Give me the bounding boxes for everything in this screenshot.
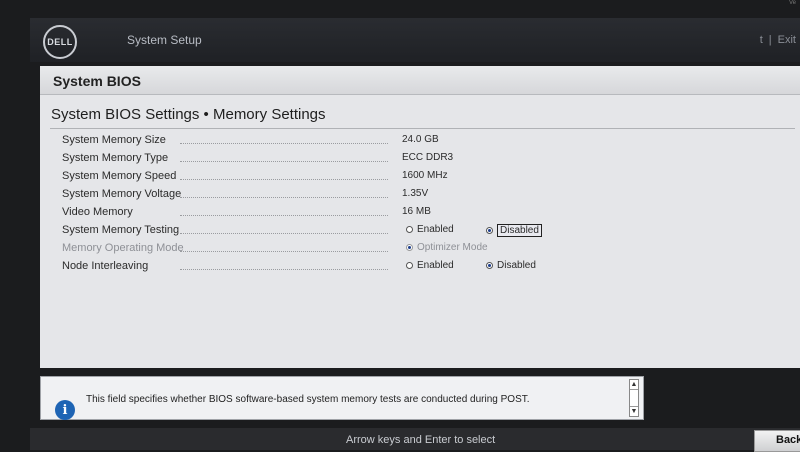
setting-row-memory-voltage: System Memory Voltage 1.35V	[40, 185, 800, 203]
settings-list: System Memory Size 24.0 GB System Memory…	[40, 131, 800, 275]
radio-unchecked-icon	[406, 262, 413, 269]
setting-row-memory-speed: System Memory Speed 1600 MHz	[40, 167, 800, 185]
radio-label: Disabled	[497, 260, 536, 271]
help-text: This field specifies whether BIOS softwa…	[86, 394, 530, 405]
radio-label: Disabled	[497, 224, 542, 237]
header-links: t | Exit	[754, 34, 796, 46]
footer-hint: Arrow keys and Enter to select	[346, 434, 496, 446]
dell-logo: DELL	[43, 25, 77, 59]
scroll-down-icon[interactable]: ▼	[630, 406, 638, 416]
memory-testing-disabled-radio[interactable]: Disabled	[486, 224, 542, 237]
setting-value: ECC DDR3	[402, 152, 454, 163]
link-separator: |	[768, 34, 772, 46]
setting-value: 1600 MHz	[402, 170, 448, 181]
dotted-leader	[180, 161, 388, 162]
section-divider	[50, 128, 795, 129]
info-icon: i	[55, 400, 75, 420]
node-interleaving-disabled-radio[interactable]: Disabled	[486, 260, 536, 271]
dotted-leader	[180, 143, 388, 144]
setting-label: System Memory Type	[62, 152, 169, 164]
optimizer-mode-radio: Optimizer Mode	[406, 242, 488, 253]
help-scrollbar[interactable]: ▲ ▼	[629, 379, 639, 417]
scroll-up-icon[interactable]: ▲	[630, 380, 638, 390]
setting-value: 16 MB	[402, 206, 431, 217]
help-panel: i This field specifies whether BIOS soft…	[40, 376, 644, 420]
radio-label: Enabled	[417, 224, 454, 235]
main-panel: System BIOS System BIOS Settings • Memor…	[40, 66, 800, 368]
dotted-leader	[180, 179, 388, 180]
setting-label: System Memory Voltage	[62, 188, 182, 200]
radio-label: Enabled	[417, 260, 454, 271]
dotted-leader	[180, 269, 388, 270]
setting-value: 24.0 GB	[402, 134, 439, 145]
radio-checked-icon	[486, 227, 493, 234]
setting-row-memory-type: System Memory Type ECC DDR3	[40, 149, 800, 167]
setting-label: System Memory Size	[62, 134, 166, 146]
setting-row-node-interleaving: Node Interleaving Enabled Disabled	[40, 257, 800, 275]
radio-checked-icon	[486, 262, 493, 269]
dotted-leader	[180, 215, 388, 216]
setting-label: Video Memory	[62, 206, 133, 218]
dotted-leader	[180, 233, 388, 234]
setting-label: System Memory Testing	[62, 224, 180, 236]
help-link[interactable]: t	[760, 34, 763, 46]
dotted-leader	[180, 197, 388, 198]
setting-row-memory-size: System Memory Size 24.0 GB	[40, 131, 800, 149]
setting-label: Memory Operating Mode	[62, 242, 184, 254]
app-title: System Setup	[127, 33, 202, 47]
radio-unchecked-icon	[406, 226, 413, 233]
setting-row-memory-testing: System Memory Testing Enabled Disabled	[40, 221, 800, 239]
back-button[interactable]: Back	[754, 430, 800, 452]
section-title: System BIOS Settings • Memory Settings	[51, 106, 326, 123]
page-title: System BIOS	[53, 73, 141, 89]
panel-header: System BIOS	[40, 66, 800, 95]
setting-row-memory-operating-mode: Memory Operating Mode Optimizer Mode	[40, 239, 800, 257]
dotted-leader	[180, 251, 388, 252]
radio-checked-icon	[406, 244, 413, 251]
title-bar: DELL System Setup t | Exit	[30, 18, 800, 62]
memory-testing-enabled-radio[interactable]: Enabled	[406, 224, 454, 235]
radio-label: Optimizer Mode	[417, 242, 488, 253]
exit-link[interactable]: Exit	[778, 34, 796, 46]
node-interleaving-enabled-radio[interactable]: Enabled	[406, 260, 454, 271]
setting-label: Node Interleaving	[62, 260, 149, 272]
setting-label: System Memory Speed	[62, 170, 177, 182]
setting-value: 1.35V	[402, 188, 429, 199]
setting-row-video-memory: Video Memory 16 MB	[40, 203, 800, 221]
footer-bar: Arrow keys and Enter to select	[30, 428, 800, 450]
version-corner-text: Ve	[788, 0, 796, 6]
